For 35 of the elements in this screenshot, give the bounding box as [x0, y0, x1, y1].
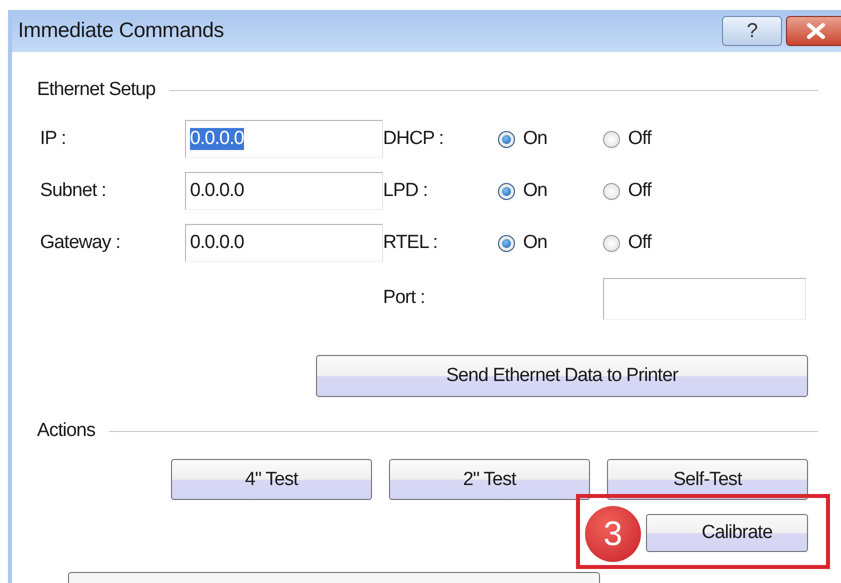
option-label: DHCP : [383, 128, 444, 150]
field-label: IP : [39, 128, 67, 150]
test-button[interactable]: 2" Test [389, 459, 590, 500]
help-button[interactable]: ? [722, 16, 782, 46]
send-button[interactable]: Send Ethernet Data to Printer [316, 355, 808, 397]
step-badge: 3 [585, 506, 641, 562]
radio-label: Off [628, 180, 652, 202]
radio-label: On [523, 128, 548, 150]
input-field[interactable]: 0.0.0.0 [185, 224, 383, 262]
radio-label: On [523, 232, 548, 254]
group-title: Actions [37, 420, 96, 442]
group-title: Ethernet Setup [37, 79, 156, 101]
test-button[interactable]: Self-Test [607, 459, 808, 500]
radio-label: Off [628, 128, 652, 150]
input-field[interactable]: 0.0.0.0 [185, 120, 383, 158]
field-label: Gateway : [39, 232, 122, 254]
close-icon [805, 23, 827, 39]
radio-label: On [523, 180, 548, 202]
calibrate-button[interactable]: Calibrate [646, 514, 808, 552]
radio-label: Off [628, 232, 652, 254]
radio-button[interactable] [498, 182, 515, 200]
window-title: Immediate Commands [17, 19, 225, 43]
option-label: RTEL : [383, 232, 438, 254]
radio-button[interactable] [603, 182, 620, 200]
radio-button[interactable] [603, 234, 620, 252]
test-button[interactable]: 4" Test [171, 459, 372, 500]
field-label: Port : [383, 287, 426, 309]
close-button[interactable] [786, 16, 841, 46]
input-field[interactable]: 0.0.0.0 [185, 172, 383, 210]
radio-button[interactable] [498, 130, 515, 148]
input-field[interactable] [603, 278, 806, 320]
field-label: Subnet : [39, 180, 107, 202]
option-label: LPD : [383, 180, 429, 202]
radio-button[interactable] [603, 130, 620, 148]
radio-button[interactable] [498, 234, 515, 252]
